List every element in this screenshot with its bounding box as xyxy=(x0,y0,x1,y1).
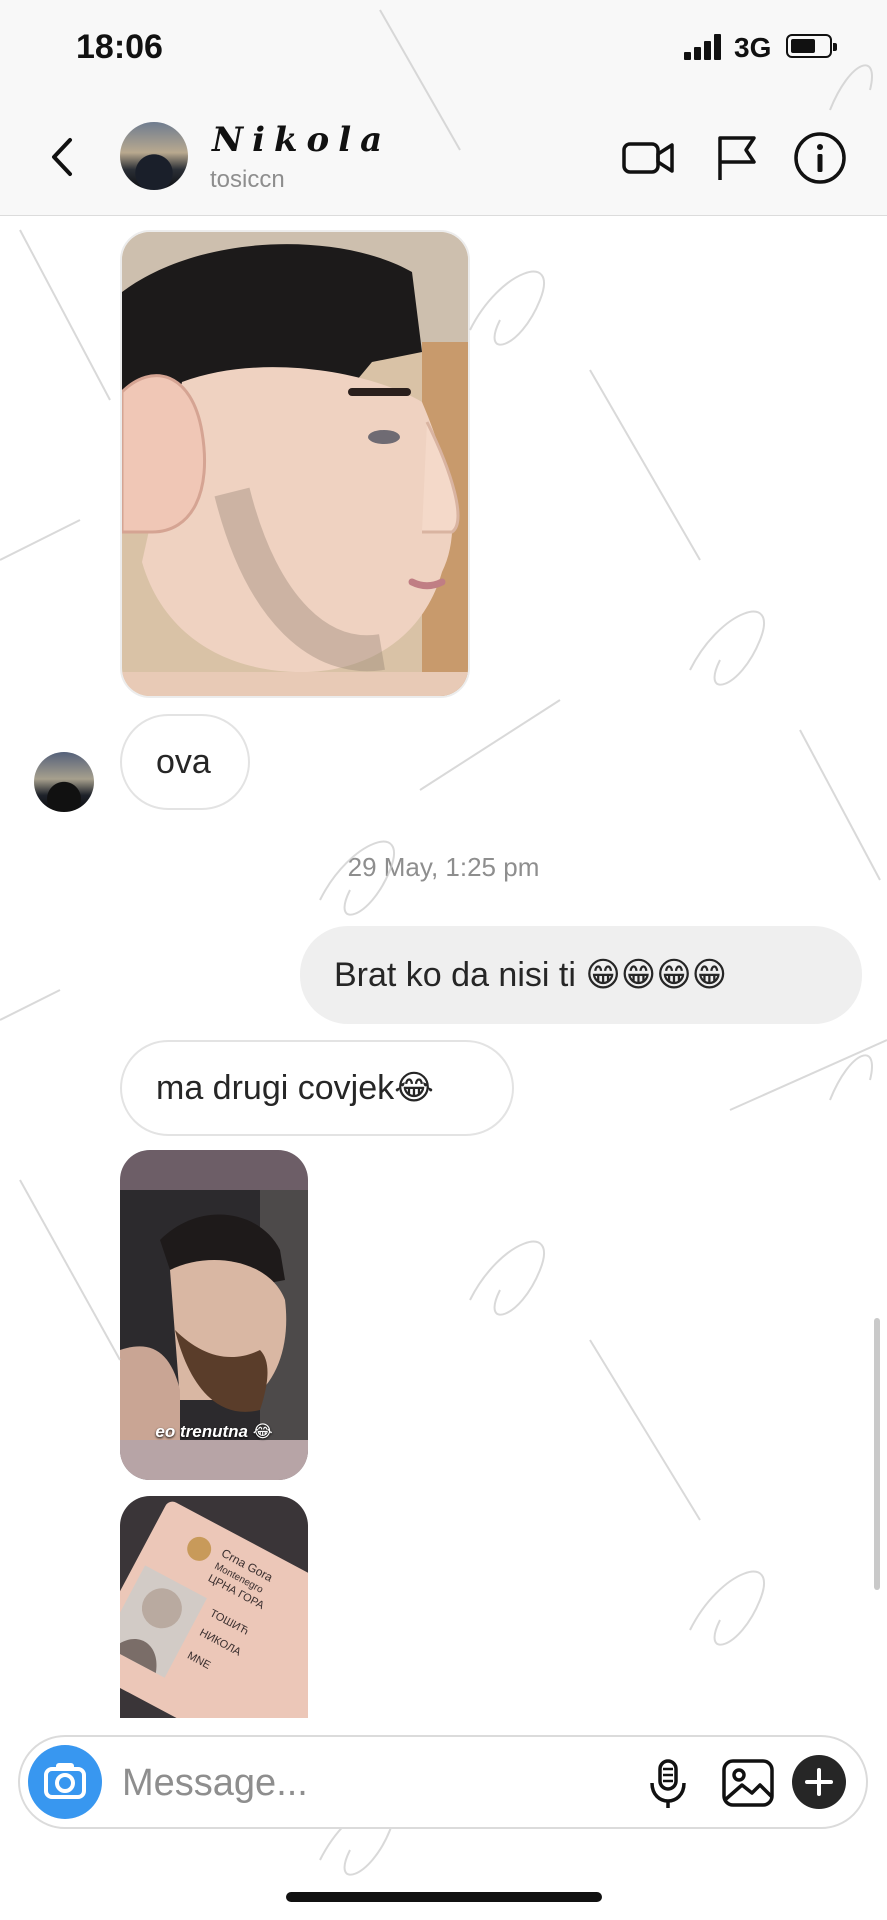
camera-icon xyxy=(44,1763,86,1799)
chat-header: Nikola tosiccn xyxy=(0,100,887,216)
incoming-message-2[interactable]: ma drugi covjek😂 xyxy=(120,1040,514,1136)
contact-avatar-small[interactable] xyxy=(34,752,94,812)
back-icon[interactable] xyxy=(44,132,80,182)
shared-photo-profile[interactable] xyxy=(120,230,470,698)
contact-username[interactable]: tosiccn xyxy=(210,166,285,194)
message-timestamp: 29 May, 1:25 pm xyxy=(347,852,540,882)
more-options-button[interactable] xyxy=(792,1755,846,1809)
video-call-icon[interactable] xyxy=(620,130,676,186)
signal-icon xyxy=(684,34,724,60)
plus-icon xyxy=(805,1768,833,1796)
microphone-icon[interactable] xyxy=(640,1755,696,1811)
incoming-message-1[interactable]: ova xyxy=(120,714,250,810)
message-composer xyxy=(18,1735,868,1829)
outgoing-message-1[interactable]: Brat ko da nisi ti 😁😁😁😁 xyxy=(300,926,862,1024)
status-bar: 18:06 3G xyxy=(0,0,887,100)
camera-button[interactable] xyxy=(28,1745,102,1819)
info-icon[interactable] xyxy=(792,130,848,186)
status-time: 18:06 xyxy=(76,28,163,66)
network-type: 3G xyxy=(734,32,772,63)
home-indicator[interactable] xyxy=(286,1892,602,1902)
gallery-icon[interactable] xyxy=(720,1755,776,1811)
shared-photo-id-card[interactable]: Crna Gora Montenegro ЦРНА ГОРА ТОШИЋ НИК… xyxy=(120,1496,308,1718)
scrollbar[interactable] xyxy=(874,1318,880,1590)
contact-name[interactable]: Nikola xyxy=(212,120,391,160)
shared-story-reply[interactable]: eo trenutna 😂 xyxy=(120,1150,308,1480)
contact-avatar[interactable] xyxy=(120,122,188,190)
flag-icon[interactable] xyxy=(708,130,764,186)
message-input[interactable] xyxy=(120,1755,584,1811)
story-caption: eo trenutna 😂 xyxy=(155,1422,273,1441)
battery-icon xyxy=(786,34,837,58)
